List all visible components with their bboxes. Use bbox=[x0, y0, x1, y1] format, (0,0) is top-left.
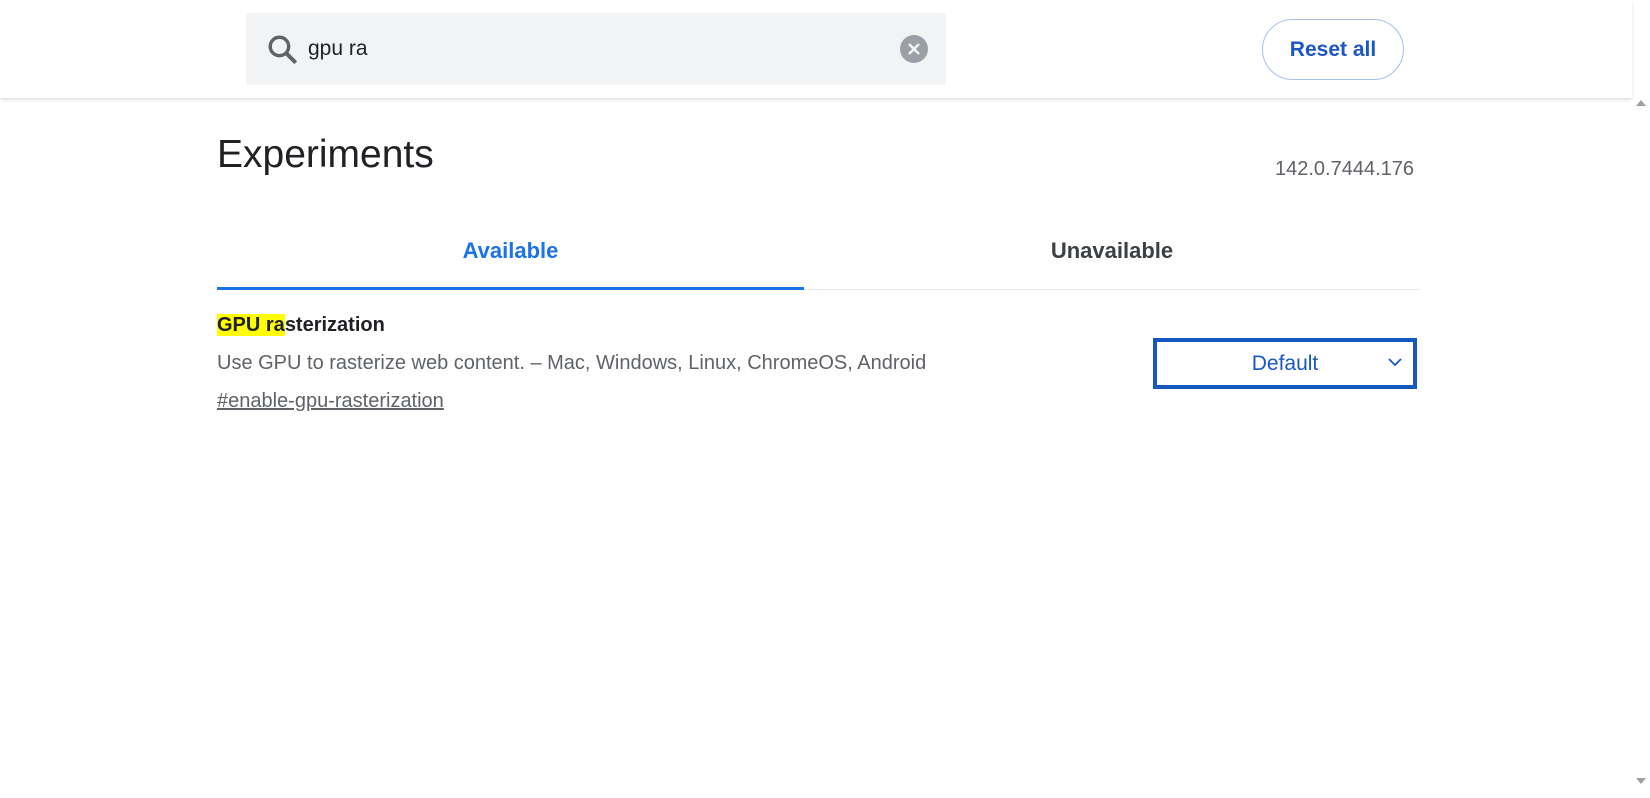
scroll-down-icon[interactable] bbox=[1636, 778, 1646, 784]
experiment-permalink[interactable]: #enable-gpu-rasterization bbox=[217, 390, 444, 413]
experiment-name-rest: sterization bbox=[284, 314, 385, 336]
page-title: Experiments bbox=[217, 133, 434, 176]
close-icon bbox=[908, 43, 920, 55]
search-input[interactable] bbox=[308, 33, 888, 65]
search-icon bbox=[268, 35, 298, 65]
header: Reset all bbox=[0, 0, 1632, 98]
experiment-name: GPU rasterization bbox=[217, 314, 385, 337]
scrollbar[interactable] bbox=[1632, 98, 1650, 798]
tab-unavailable[interactable]: Unavailable bbox=[804, 225, 1420, 290]
chevron-down-icon bbox=[1388, 358, 1402, 367]
search-highlight: GPU ra bbox=[217, 314, 285, 336]
clear-search-button[interactable] bbox=[900, 35, 928, 63]
reset-all-button[interactable]: Reset all bbox=[1262, 19, 1404, 80]
experiment-state-select[interactable]: Default bbox=[1153, 338, 1417, 389]
tab-available[interactable]: Available bbox=[217, 225, 804, 290]
search-box[interactable] bbox=[246, 13, 946, 85]
scroll-up-icon[interactable] bbox=[1636, 100, 1646, 106]
select-value: Default bbox=[1251, 352, 1319, 375]
version-label: 142.0.7444.176 bbox=[1275, 158, 1415, 180]
experiment-description: Use GPU to rasterize web content. – Mac,… bbox=[217, 352, 927, 374]
